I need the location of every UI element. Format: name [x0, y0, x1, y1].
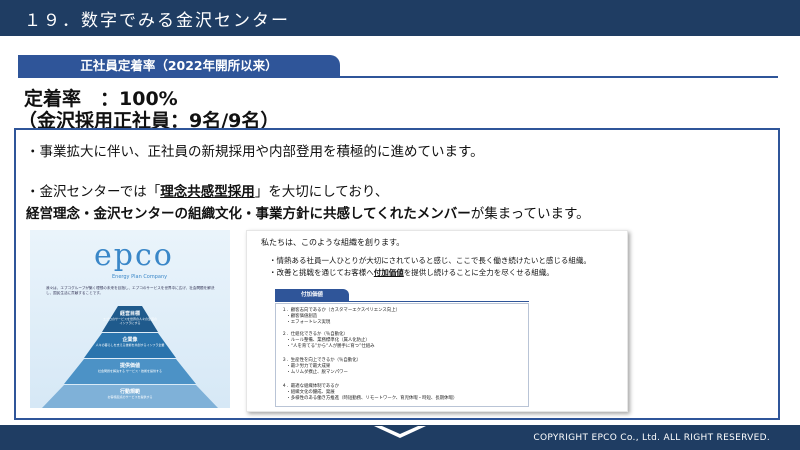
layer-2-title: 企業像 [122, 337, 138, 343]
body-line-2-post: 」を大切にしており、 [254, 184, 389, 200]
epco-logo: epco [94, 238, 174, 273]
culture-keyword: 付加価値 [373, 268, 404, 277]
value-item: ・“人を育てる”から“人が勝手に育つ”仕組み [282, 344, 375, 349]
layer-3-sub: 社会問題を解決する サービス・技術を提供する [98, 369, 162, 373]
values-tab: 付加価値 [275, 289, 349, 301]
body-line-1: ・事業拡大に伴い、正社員の新規採用や内部登用を積極的に進めています。 [26, 144, 484, 160]
culture-bullet-1: ・情熱ある社員一人ひとりが大切にされていると感じ、ここで長く働き続けたいと感じる… [269, 256, 591, 265]
section-divider [18, 76, 778, 78]
pyramid-layer-4: 行動規範 お客様起点のサービスを提供する [70, 388, 190, 399]
value-item: ・多様性のある働き方推進（時短勤務、リモートワーク、育児休暇・時短、長期休暇） [282, 396, 458, 401]
header-bar: １９．数字でみる金沢センター [0, 0, 800, 36]
layer-4-title: 行動規範 [119, 389, 140, 395]
logo-subtitle: Energy Plan Company [112, 274, 168, 280]
body-line-2-pre: ・金沢センターでは「 [26, 184, 161, 200]
layer-1-sub: エプコのサービスを世界の人々の生活のインフラにする [102, 317, 157, 325]
culture-heading: 私たちは、このような組織を創ります。 [261, 238, 405, 247]
pyramid-layer-3: 提供価値 社会問題を解決する サービス・技術を提供する [80, 362, 180, 373]
copyright-text: COPYRIGHT EPCO Co., Ltd. ALL RIGHT RESER… [533, 433, 770, 443]
organization-culture-image: 私たちは、このような組織を創ります。 ・情熱ある社員一人ひとりが大切にされている… [246, 230, 628, 412]
body-keyword: 理念共感型採用 [160, 184, 255, 200]
pyramid-layer-2: 企業像 人々の暮らしを支える技術を共創するインフラ企業 [90, 336, 170, 347]
culture-bullet-2: ・改善と挑戦を通じてお客様へ付加価値を提供し続けることに全力を尽くせる組織。 [269, 267, 554, 278]
chevron-down-icon [374, 426, 426, 438]
body-line-3-tail: が集まっています。 [470, 206, 590, 222]
culture-bullet-2-pre: ・改善と挑戦を通じてお客様へ [269, 268, 374, 277]
pyramid-layer-1: 経営目標 エプコのサービスを世界の人々の生活のインフラにする [102, 310, 158, 325]
value-item: ・エフォートレス実現 [282, 320, 331, 325]
page-title: １９．数字でみる金沢センター [24, 11, 290, 31]
content-box: ・事業拡大に伴い、正社員の新規採用や内部登用を積極的に進めています。 ・金沢セン… [14, 128, 780, 420]
body-line-3-bold: 経営理念・金沢センターの組織文化・事業方針に共感してくれたメンバー [26, 206, 471, 222]
pyramid-intro: 我々は、エプコグループが築く理想の未来を目指し、エプコのサービスを世界中に広げ、… [46, 286, 215, 295]
body-line-3: 経営理念・金沢センターの組織文化・事業方針に共感してくれたメンバーが集まっていま… [26, 202, 590, 222]
values-list: １．顧客志向であるか（カスタマーエクスペリエンス向上） ・顧客価値創造 ・エフォ… [275, 303, 529, 407]
value-item: ・ムリムダ撲止、脱マンパワー [282, 370, 348, 375]
body-line-2: ・金沢センターでは「理念共感型採用」を大切にしており、 [26, 180, 388, 200]
layer-4-sub: お客様起点のサービスを提供する [107, 395, 153, 399]
layer-3-title: 提供価値 [119, 363, 140, 369]
philosophy-pyramid-image: epco Energy Plan Company 我々は、エプコグループが築く理… [30, 230, 230, 408]
values-divider [275, 301, 529, 302]
section-tab: 正社員定着率（2022年開所以来） [18, 55, 340, 76]
layer-1-title: 経営目標 [119, 311, 140, 317]
layer-2-sub: 人々の暮らしを支える技術を共創するインフラ企業 [95, 343, 165, 347]
culture-bullet-2-post: を提供し続けることに全力を尽くせる組織。 [403, 268, 554, 277]
